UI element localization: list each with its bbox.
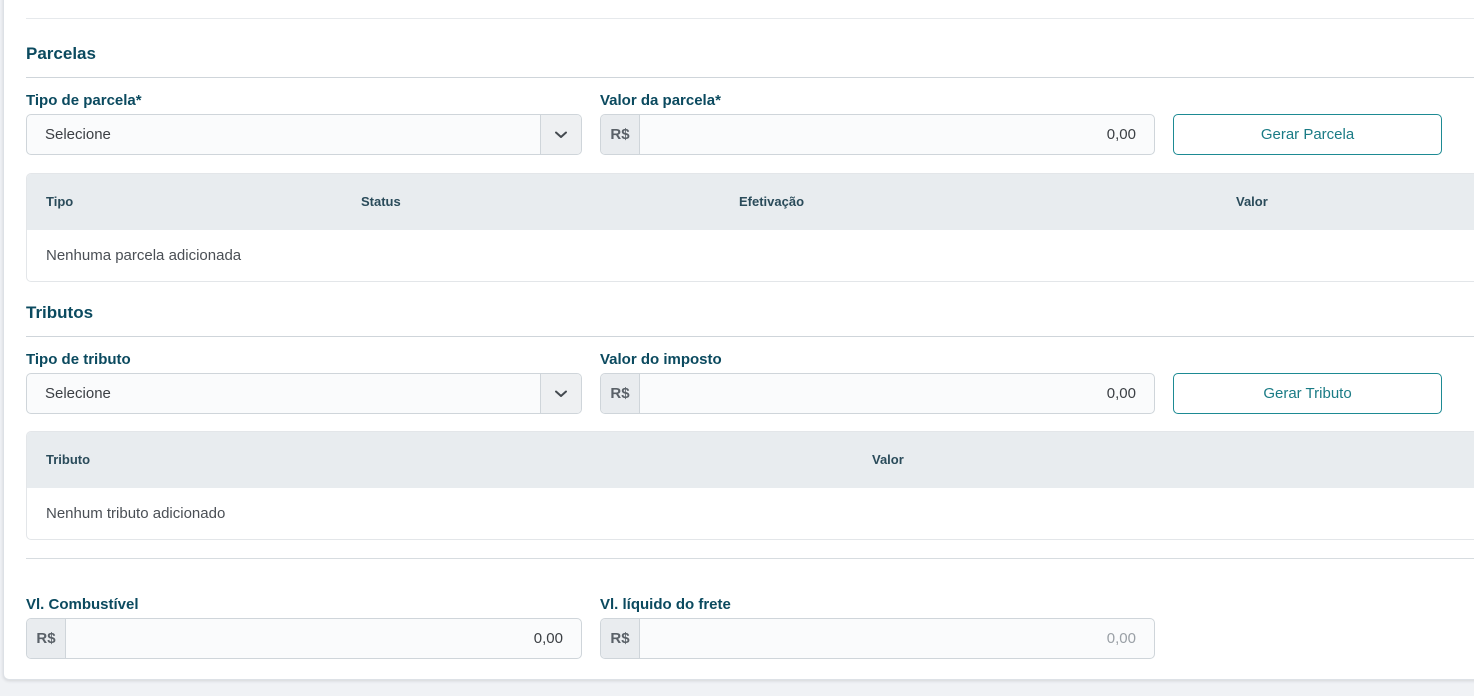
section-divider-tributos [26, 336, 1474, 337]
section-title-parcelas: Parcelas [26, 44, 96, 63]
gerar-parcela-button[interactable]: Gerar Parcela [1173, 114, 1442, 155]
valor-parcela-field: R$ [600, 114, 1155, 155]
liquido-frete-field: R$ [600, 618, 1155, 659]
currency-prefix: R$ [601, 374, 640, 413]
section-title-tributos: Tributos [26, 303, 94, 322]
column-header-status: Status [361, 194, 401, 209]
section-divider-parcelas [26, 77, 1474, 78]
tipo-tributo-select[interactable]: Selecione [26, 373, 582, 414]
valor-imposto-field: R$ [600, 373, 1155, 414]
currency-prefix: R$ [601, 619, 640, 658]
combustivel-input[interactable] [66, 619, 581, 658]
parcelas-table: Tipo Status Efetivação Valor Nenhuma par… [26, 173, 1474, 282]
tributos-table-header: Tributo Valor [27, 432, 1474, 488]
tributos-table: Tributo Valor Nenhum tributo adicionado [26, 431, 1474, 540]
column-header-tipo: Tipo [46, 194, 74, 209]
parcelas-table-header: Tipo Status Efetivação Valor [27, 174, 1474, 230]
combustivel-field: R$ [26, 618, 582, 659]
liquido-frete-label: Vl. líquido do frete [600, 596, 731, 613]
column-header-valor: Valor [872, 452, 904, 467]
tipo-parcela-select-value: Selecione [45, 126, 111, 143]
column-header-valor: Valor [1236, 194, 1268, 209]
chevron-down-icon[interactable] [540, 374, 581, 413]
valor-imposto-label: Valor do imposto [600, 351, 722, 368]
tipo-parcela-select[interactable]: Selecione [26, 114, 582, 155]
valor-parcela-label: Valor da parcela* [600, 92, 721, 109]
form-card: Parcelas Tipo de parcela* Selecione Valo… [3, 0, 1474, 680]
parcelas-empty-message: Nenhuma parcela adicionada [46, 247, 242, 264]
tipo-tributo-label: Tipo de tributo [26, 351, 131, 368]
valor-parcela-input[interactable] [640, 115, 1154, 154]
top-divider [26, 18, 1474, 19]
totals-divider [26, 558, 1474, 559]
currency-prefix: R$ [601, 115, 640, 154]
valor-imposto-input[interactable] [640, 374, 1154, 413]
liquido-frete-input [640, 619, 1154, 658]
gerar-tributo-button[interactable]: Gerar Tributo [1173, 373, 1442, 414]
tributos-empty-message: Nenhum tributo adicionado [46, 505, 226, 522]
currency-prefix: R$ [27, 619, 66, 658]
chevron-down-icon[interactable] [540, 115, 581, 154]
tipo-parcela-label: Tipo de parcela* [26, 92, 142, 109]
combustivel-label: Vl. Combustível [26, 596, 139, 613]
tipo-tributo-select-value: Selecione [45, 385, 111, 402]
column-header-tributo: Tributo [46, 452, 91, 467]
column-header-efetivacao: Efetivação [739, 194, 805, 209]
